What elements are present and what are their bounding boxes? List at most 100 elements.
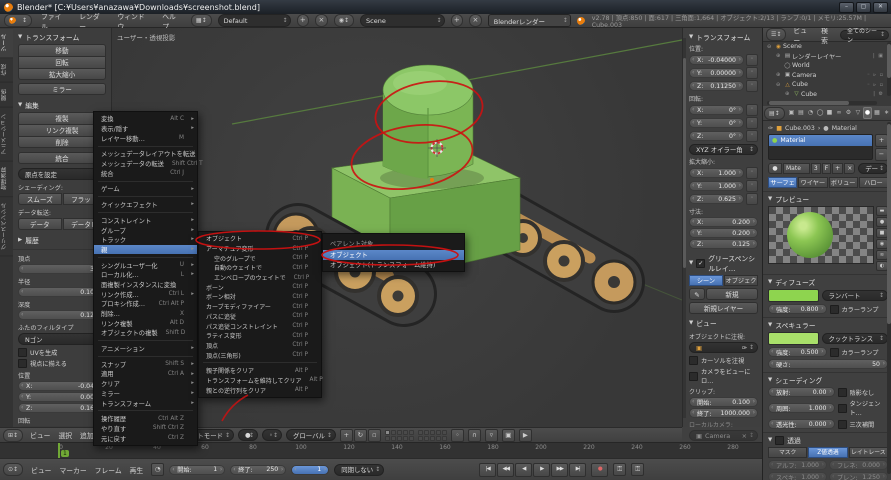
diffuse-panel-header[interactable]: ▼ディフューズ [768, 277, 888, 287]
expand-icon[interactable]: ⊖ [767, 44, 774, 50]
number-field[interactable]: 開始:0.100 [689, 397, 758, 407]
number-field[interactable]: X:0.200 [689, 217, 758, 227]
hardness-field[interactable]: 硬さ:50 [768, 359, 888, 369]
specular-color-swatch[interactable] [768, 332, 819, 345]
number-field[interactable]: Y:0.200 [689, 228, 758, 238]
constraints-tab[interactable]: ∞ [834, 107, 844, 119]
shading-panel-header[interactable]: ▼シェーディング [768, 375, 888, 385]
transparency-mode-tab[interactable]: マスク [768, 447, 807, 458]
render-tab[interactable]: ▣ [787, 107, 797, 119]
pin-icon[interactable]: ✑ [768, 125, 773, 132]
menu-item[interactable]: グループ [94, 225, 197, 235]
lock-cursor-checkbox[interactable]: カーソルを注視 [689, 356, 758, 365]
number-field[interactable]: X:1.000 [689, 168, 744, 178]
diffuse-intensity-slider[interactable]: 強度:0.800 [768, 304, 827, 314]
outliner-row[interactable]: ◯ World [763, 61, 891, 71]
timeline-menu[interactable]: 再生 [127, 465, 147, 475]
expand-icon[interactable]: ⊕ [776, 72, 783, 78]
new-material-button[interactable]: + [832, 163, 843, 174]
material-type-tab[interactable]: ハロー [859, 177, 888, 188]
manipulator-translate-button[interactable]: + [340, 429, 353, 442]
properties-scrollbar[interactable] [887, 122, 891, 474]
number-field[interactable]: Z:0.125 [689, 239, 758, 249]
menu-item[interactable]: レイヤー移動…M [94, 133, 197, 143]
transparency-mode-tab[interactable]: レイトレース [849, 447, 888, 458]
menu-item[interactable]: 統合Ctrl J [94, 168, 197, 178]
lock-icon[interactable]: ◦ [746, 80, 758, 92]
opengl-render-button[interactable]: ▣ [502, 429, 515, 442]
submenu-item[interactable]: 頂点(三角形)Ctrl P [199, 350, 321, 360]
gp-tab[interactable]: オブジェクト [724, 275, 758, 286]
shading-dropdown[interactable]: ● [238, 429, 258, 441]
menu-item[interactable]: 元に戻すCtrl Z [94, 433, 197, 443]
world-tab[interactable]: ◯ [815, 107, 825, 119]
menu-item[interactable] [98, 146, 193, 147]
submenu-item[interactable]: トランスフォームを維持してクリアAlt P [199, 376, 321, 386]
unlink-button[interactable]: × [844, 163, 855, 174]
transparency-field[interactable]: フレネ:0.000 [829, 460, 888, 470]
material-tab[interactable]: ● [863, 107, 873, 119]
menu-item[interactable]: 親 [94, 245, 197, 255]
npanel-scrollbar[interactable] [683, 38, 686, 418]
submenu-item[interactable]: パス追従コンストレイントCtrl P [199, 321, 321, 331]
outliner-row[interactable]: ⊖ △ Cube ◦ ▹ ▫ [763, 80, 891, 90]
scene-selector[interactable]: Scene [360, 14, 445, 27]
timeline-menu[interactable]: マーカー [56, 465, 89, 475]
lock-icon[interactable]: ◦ [746, 130, 758, 142]
lock-object-field[interactable]: ▣✑ [689, 342, 758, 353]
menu-item[interactable]: ゲーム [94, 184, 197, 194]
menu-item[interactable]: アニメーション [94, 344, 197, 354]
number-field[interactable]: Y:0.00000 [689, 68, 744, 78]
gp-tab[interactable]: シーン [689, 275, 723, 286]
gp-new-layer-button[interactable]: 新規レイヤー [689, 302, 758, 314]
fake-user-button[interactable]: F [822, 163, 831, 174]
menu-item[interactable] [98, 410, 193, 411]
number-field[interactable]: Z:0.11250 [689, 81, 744, 91]
render-layers-tab[interactable]: ▤ [796, 107, 806, 119]
lock-icon[interactable]: ◦ [746, 54, 758, 66]
material-name-field[interactable]: Mate [783, 163, 810, 174]
number-field[interactable]: Y:0° [689, 118, 744, 128]
material-type-tab[interactable]: ボリュー [829, 177, 858, 188]
transport-button[interactable]: ▶ [533, 463, 550, 477]
properties-editor-type-button[interactable]: ▤↕ [764, 107, 785, 120]
manipulator-rotate-button[interactable]: ↻ [354, 429, 367, 442]
toolshelf-tab[interactable]: 作成 [0, 58, 13, 83]
toolshelf-tab[interactable]: グリースペンシル [0, 197, 13, 256]
lock-icon[interactable]: ◦ [746, 67, 758, 79]
view3d-menu[interactable]: 選択 [55, 430, 75, 440]
submenu-item[interactable]: 親との逆行列をクリアAlt P [199, 385, 321, 395]
menu-item[interactable]: 面複製インスタンスに変換 [94, 280, 197, 290]
menu-item[interactable]: 操作履歴Ctrl Alt Z [94, 414, 197, 424]
transform-button[interactable]: 回転 [18, 56, 106, 68]
menu-item[interactable]: メッシュデータの転送Shift Ctrl T [94, 159, 197, 169]
snap-element-dropdown[interactable]: ▿ [485, 429, 498, 442]
specular-shader-dropdown[interactable]: クックトランス [822, 333, 889, 344]
number-field[interactable]: Y:1.000 [689, 181, 744, 191]
frame-end-field[interactable]: 終了:250 [230, 465, 286, 475]
timeline-editor-type-button[interactable]: ⊙↕ [3, 463, 23, 476]
number-field[interactable]: X:-0.04000 [689, 55, 744, 65]
screen-layout-selector[interactable]: Default [218, 14, 291, 27]
expand-icon[interactable]: ⊖ [776, 82, 783, 88]
transparency-field[interactable]: ブレン:1.250 [829, 472, 888, 480]
transparency-field[interactable]: アルフ:1.000 [768, 460, 827, 470]
lock-camera-checkbox[interactable]: カメラをビューにロ… [689, 367, 758, 385]
menu-item[interactable]: クイックエフェクト [94, 200, 197, 210]
gp-checkbox[interactable] [696, 259, 705, 268]
transform-button[interactable]: 移動 [18, 44, 106, 56]
lock-icon[interactable]: ◦ [746, 180, 758, 192]
menu-item[interactable]: 表示/隠す [94, 124, 197, 134]
screen-layout-icon[interactable]: ▦↕ [191, 14, 212, 27]
menu-item[interactable]: ローカル化…L [94, 270, 197, 280]
submenu-item[interactable]: ボーン相対Ctrl P [199, 292, 321, 302]
menu-item[interactable] [98, 257, 193, 258]
specular-intensity-slider[interactable]: 強度:0.500 [768, 347, 827, 357]
shading-value-field[interactable]: 透光性:0.000 [768, 419, 835, 429]
transform-button[interactable]: 拡大縮小 [18, 68, 106, 80]
lock-to-scene-icon[interactable]: ◦ [451, 429, 464, 442]
shade-smooth-button[interactable]: スムーズ [18, 193, 62, 205]
timeline-menu[interactable]: フレーム [92, 465, 125, 475]
submenu-item[interactable]: エンベロープのウェイトでCtrl P [199, 273, 321, 283]
expand-icon[interactable]: ⊕ [776, 53, 783, 59]
